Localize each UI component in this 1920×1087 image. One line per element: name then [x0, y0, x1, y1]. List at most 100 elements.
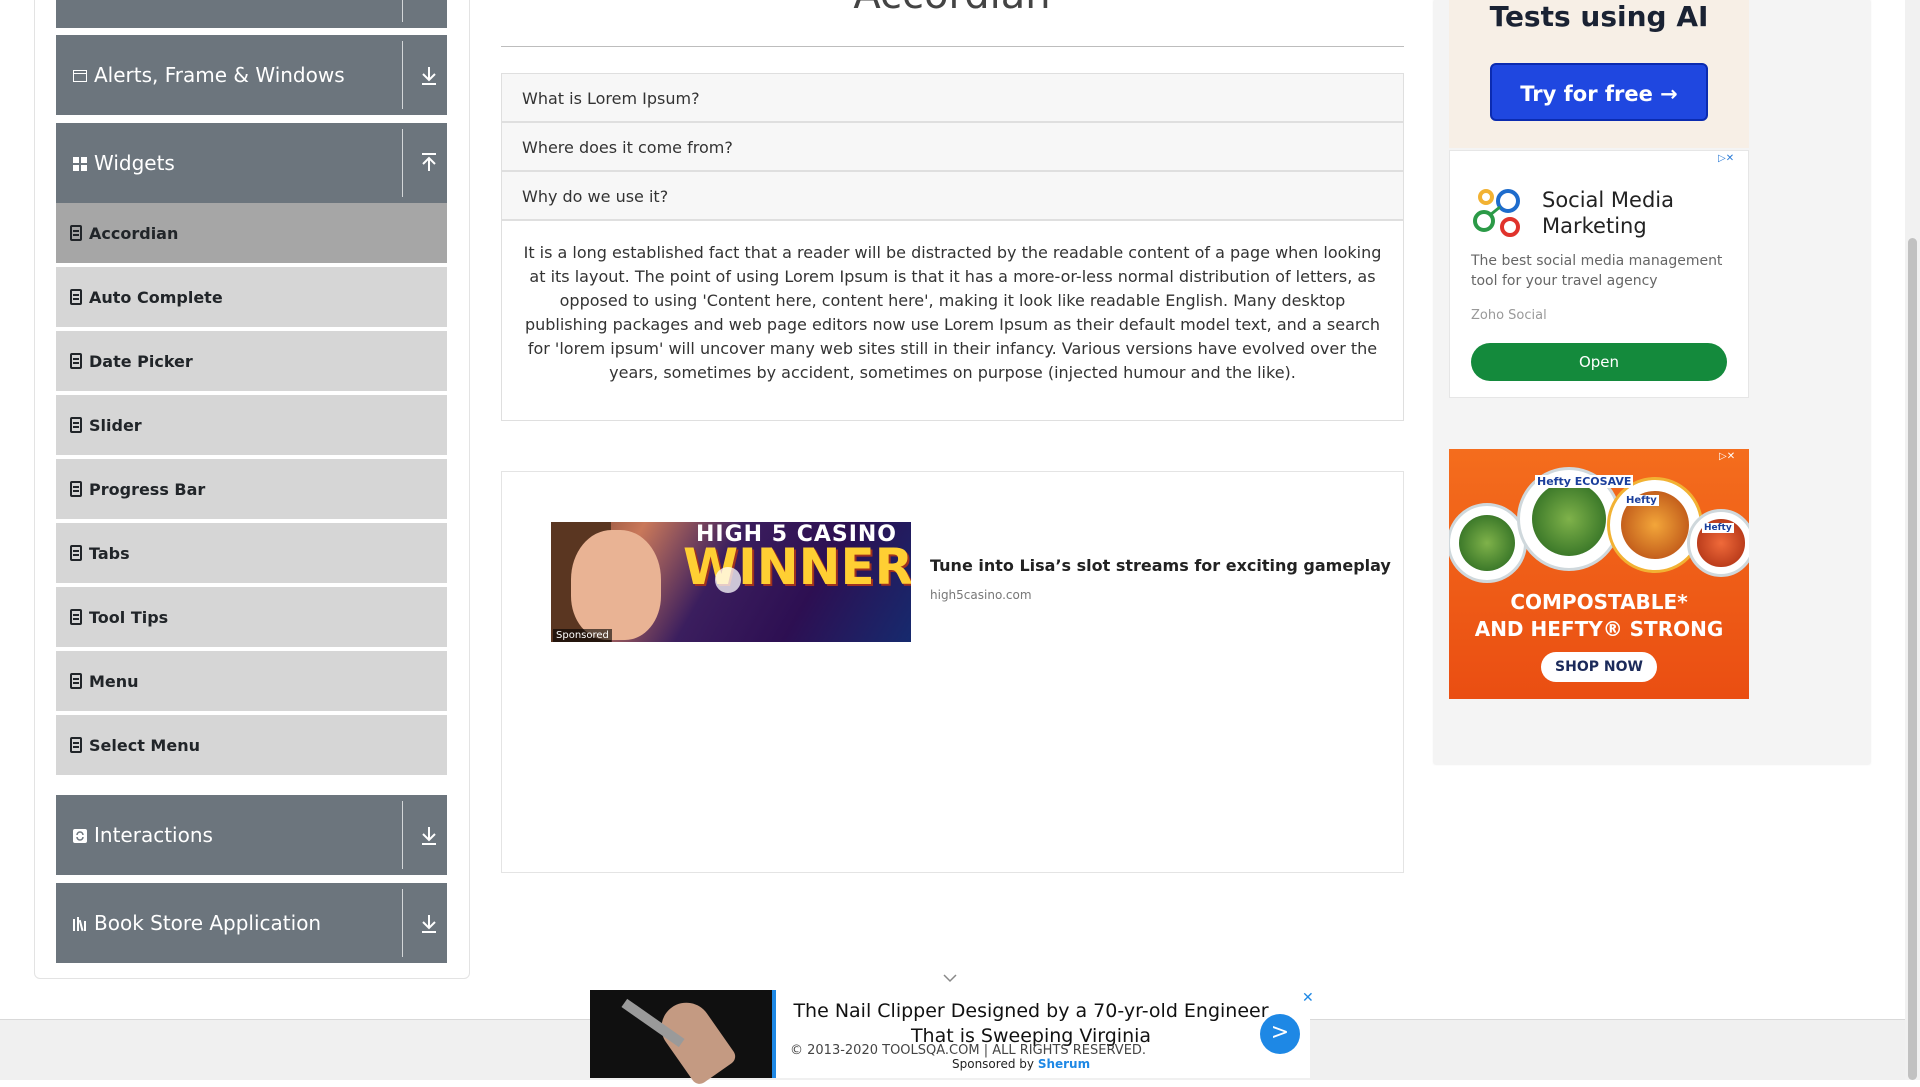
sponsored-badge: Sponsored — [553, 629, 612, 642]
sidebar-item-label: Tool Tips — [89, 608, 169, 627]
sponsored-by: Sponsored by Sherum — [952, 1057, 1090, 1071]
document-icon — [70, 545, 82, 561]
books-icon — [73, 917, 86, 931]
plate-graphic — [1449, 503, 1527, 583]
ad-image-face — [571, 530, 661, 640]
ad-domain: high5casino.com — [930, 588, 1032, 602]
bottom-banner-ad[interactable]: The Nail Clipper Designed by a 70-yr-old… — [590, 990, 1314, 1087]
play-icon[interactable] — [715, 567, 741, 593]
sidebar-item-menu[interactable]: Menu — [56, 651, 447, 713]
group-title: Book Store Application — [94, 911, 322, 935]
window-icon — [73, 70, 87, 82]
hefty-logo: Hefty — [1702, 523, 1734, 533]
group-separator — [402, 889, 403, 957]
chevron-down-icon[interactable] — [943, 973, 957, 983]
document-icon — [70, 609, 82, 625]
accordion-body: It is a long established fact that a rea… — [501, 220, 1404, 421]
document-icon — [70, 289, 82, 305]
accordion-heading: What is Lorem Ipsum? — [522, 89, 700, 108]
sidebar-item-auto-complete[interactable]: Auto Complete — [56, 267, 447, 329]
accordion-heading: Why do we use it? — [522, 187, 669, 206]
sidebar-item-accordian[interactable]: Accordian — [56, 203, 447, 265]
sidebar-item-label: Menu — [89, 672, 139, 691]
ad-title: Social Media Marketing — [1542, 188, 1675, 238]
sidebar-item-progress-bar[interactable]: Progress Bar — [56, 459, 447, 521]
accordion-heading: Where does it come from? — [522, 138, 733, 157]
adchoices-icon[interactable]: ▷✕ — [1719, 451, 1747, 465]
group-separator — [402, 0, 403, 22]
download-arrow-icon[interactable] — [418, 823, 440, 847]
accordion-section-why-use[interactable]: Why do we use it? — [501, 171, 1404, 220]
ad-headline-link[interactable]: Tune into Lisa’s slot streams for exciti… — [930, 556, 1391, 575]
sponsored-by-label: Sponsored by — [952, 1057, 1034, 1071]
sidebar-item-date-picker[interactable]: Date Picker — [56, 331, 447, 393]
sidebar-item-label: Date Picker — [89, 352, 193, 371]
sidebar-item-label: Tabs — [89, 544, 130, 563]
page-title: Accordian — [500, 0, 1404, 18]
sidebar-item-label: Accordian — [89, 224, 179, 243]
ad-headline[interactable]: The Nail Clipper Designed by a 70-yr-old… — [786, 999, 1276, 1049]
zoho-social-ad[interactable]: ▷✕ Social Media Marketing The best socia… — [1449, 150, 1749, 398]
document-icon — [70, 417, 82, 433]
upload-arrow-icon[interactable] — [418, 151, 440, 175]
close-icon[interactable]: ✕ — [1302, 990, 1314, 1006]
sidebar-group-alerts[interactable]: Alerts, Frame & Windows — [56, 35, 447, 115]
group-separator — [402, 801, 403, 869]
hefty-logo: Hefty — [1624, 495, 1659, 506]
try-for-free-button[interactable]: Try for free → — [1490, 63, 1708, 121]
group-separator — [402, 41, 403, 109]
title-divider — [501, 46, 1404, 47]
group-separator — [402, 129, 403, 197]
sidebar-item-select-menu[interactable]: Select Menu — [56, 715, 447, 777]
ai-tests-ad[interactable]: Tests using AI Try for free → — [1449, 0, 1749, 148]
next-arrow-button[interactable]: > — [1260, 1014, 1300, 1054]
hefty-logo: Hefty ECOSAVE — [1535, 475, 1634, 488]
download-arrow-icon[interactable] — [418, 911, 440, 935]
sidebar-item-label: Progress Bar — [89, 480, 206, 499]
sidebar-item-slider[interactable]: Slider — [56, 395, 447, 457]
group-title: Interactions — [94, 823, 213, 847]
sidebar-item-label: Auto Complete — [89, 288, 223, 307]
sidebar-group-book-store[interactable]: Book Store Application — [56, 883, 447, 963]
social-network-logo-icon — [1473, 189, 1520, 237]
shop-now-button[interactable]: SHOP NOW — [1541, 652, 1657, 682]
sidebar-item-tool-tips[interactable]: Tool Tips — [56, 587, 447, 649]
plate-inner — [1458, 514, 1516, 572]
document-icon — [70, 225, 82, 241]
ad-image[interactable]: HIGH 5 CASINO WINNER Sponsored — [551, 522, 911, 642]
accordion-body-text: It is a long established fact that a rea… — [523, 243, 1382, 382]
sidebar-item-tabs[interactable]: Tabs — [56, 523, 447, 585]
document-icon — [70, 353, 82, 369]
ad-brand: Zoho Social — [1471, 308, 1547, 323]
sponsor-link[interactable]: Sherum — [1038, 1057, 1090, 1071]
document-icon — [70, 481, 82, 497]
open-button[interactable]: Open — [1471, 343, 1727, 381]
sidebar-item-label: Select Menu — [89, 736, 200, 755]
accordion-section-where-from[interactable]: Where does it come from? — [501, 122, 1404, 171]
document-icon — [70, 737, 82, 753]
accordion-section-what-is[interactable]: What is Lorem Ipsum? — [501, 73, 1404, 122]
group-title: Alerts, Frame & Windows — [94, 63, 345, 87]
group-title: Widgets — [94, 151, 175, 175]
ad-headline-line-2: AND HEFTY® STRONG — [1474, 617, 1724, 641]
document-icon — [70, 673, 82, 689]
ad-accent-bar — [772, 990, 776, 1078]
plate-graphic — [1687, 509, 1749, 577]
ad-headline: COMPOSTABLE* AND HEFTY® STRONG — [1449, 589, 1749, 643]
refresh-square-icon — [73, 829, 87, 843]
sidebar-group-interactions[interactable]: Interactions — [56, 795, 447, 875]
ad-title: Tests using AI — [1489, 0, 1709, 33]
ad-image — [590, 990, 772, 1087]
adchoices-icon[interactable]: ▷✕ — [1718, 153, 1746, 167]
hefty-ad[interactable]: ▷✕ Hefty ECOSAVE Hefty Hefty COMPOSTABLE… — [1449, 449, 1749, 699]
ad-description: The best social media management tool fo… — [1471, 253, 1723, 289]
ad-headline-line-1: COMPOSTABLE* — [1510, 590, 1688, 614]
scrollbar-thumb[interactable] — [1908, 238, 1917, 1080]
sidebar-group-collapsed[interactable] — [56, 0, 447, 28]
sidebar-group-widgets[interactable]: Widgets — [56, 123, 447, 203]
sidebar-item-label: Slider — [89, 416, 142, 435]
plate-inner — [1531, 481, 1607, 557]
plate-graphic — [1607, 477, 1703, 573]
copyright-text: © 2013-2020 TOOLSQA.COM | ALL RIGHTS RES… — [790, 1043, 1147, 1058]
download-arrow-icon[interactable] — [418, 63, 440, 87]
